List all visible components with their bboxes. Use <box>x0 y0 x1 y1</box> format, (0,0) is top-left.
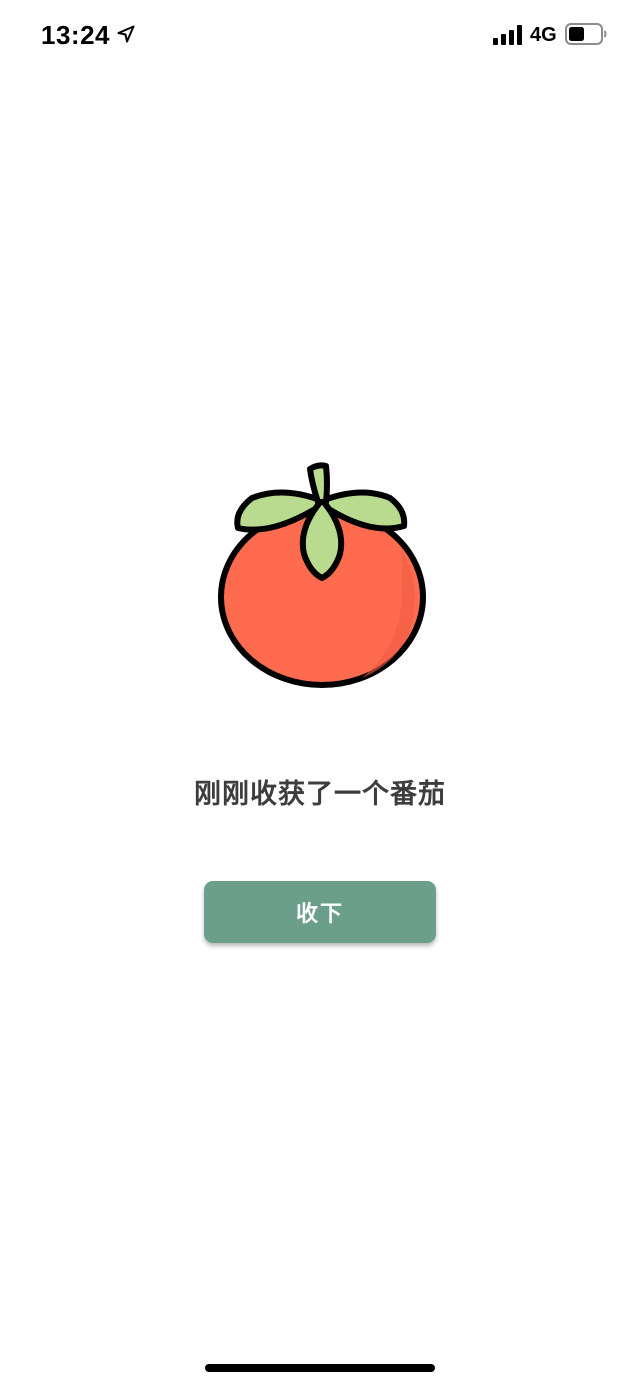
accept-button[interactable]: 收下 <box>204 881 436 943</box>
status-time: 13:24 <box>41 20 110 50</box>
cellular-signal-icon <box>493 25 522 45</box>
location-arrow-icon <box>117 25 135 43</box>
harvest-message: 刚刚收获了一个番茄 <box>194 779 446 810</box>
tomato-icon <box>218 462 426 688</box>
battery-icon <box>565 23 607 45</box>
network-type: 4G <box>530 24 557 46</box>
harvest-screen: 13:24 4G 刚刚收获了一个番茄 收下 <box>0 0 640 1385</box>
home-indicator[interactable] <box>205 1364 435 1372</box>
